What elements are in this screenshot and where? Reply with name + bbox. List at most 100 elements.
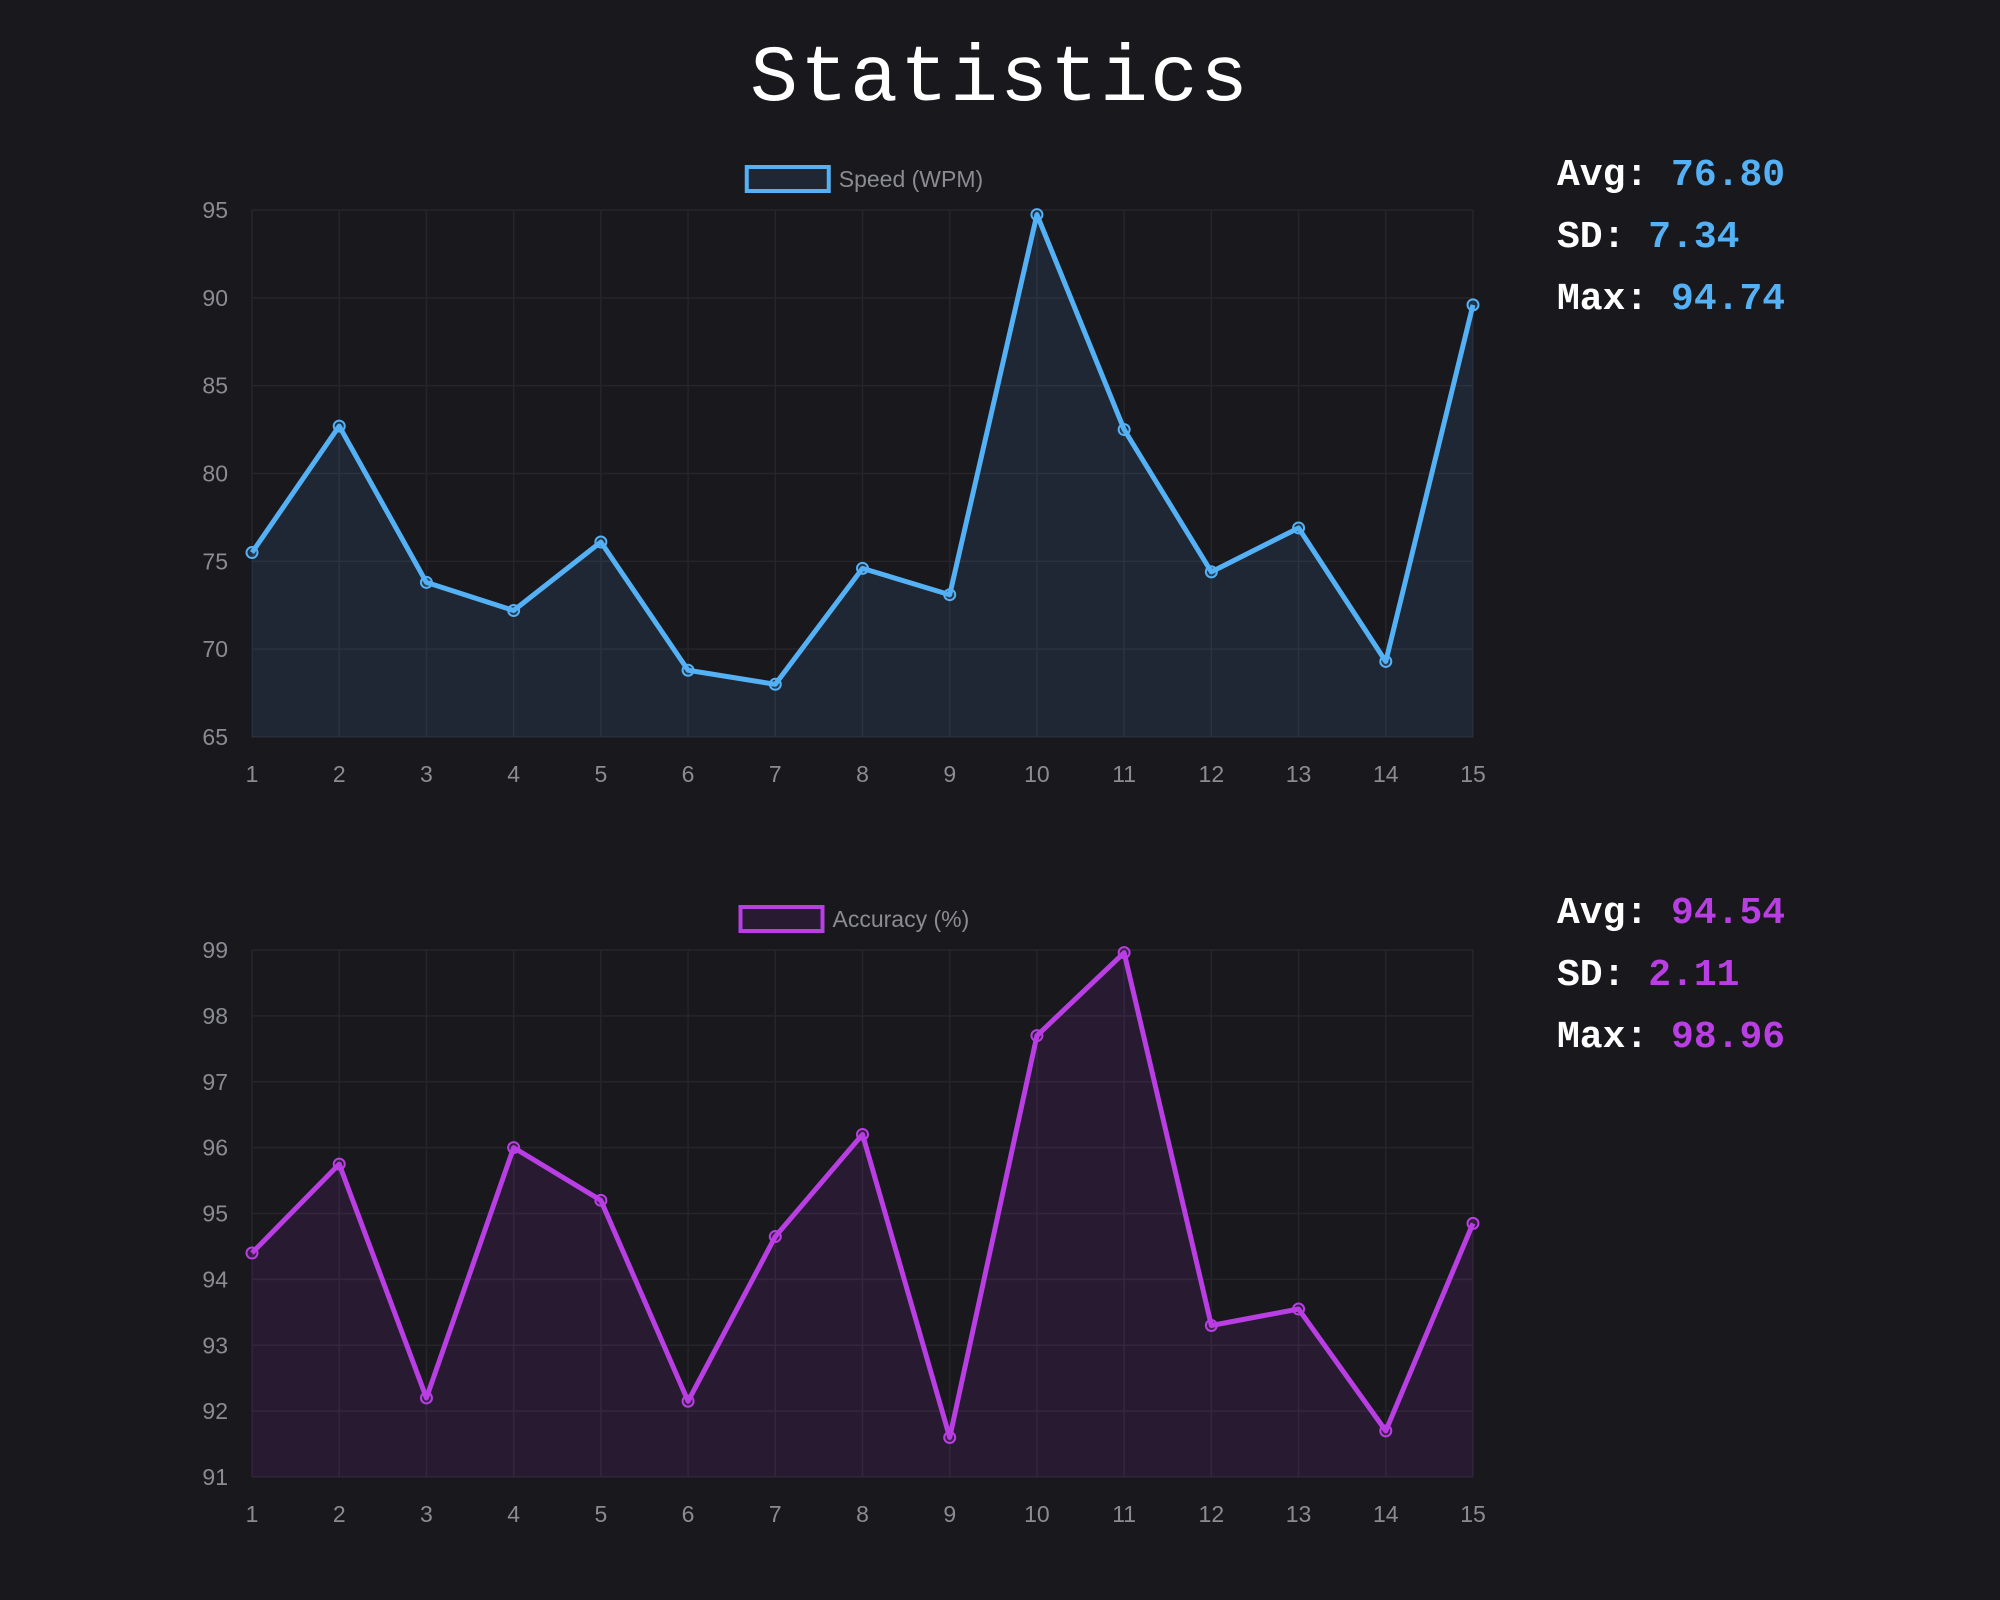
speed-max-stat: Max: 94.74 <box>1557 269 1785 331</box>
y-tick-label: 80 <box>202 461 228 487</box>
legend-swatch <box>738 905 825 933</box>
y-tick-label: 98 <box>202 1003 228 1029</box>
y-tick-label: 96 <box>202 1135 228 1161</box>
x-tick-label: 13 <box>1286 1501 1312 1527</box>
data-point[interactable] <box>856 561 869 575</box>
y-tick-label: 99 <box>202 937 228 963</box>
accuracy-stats-panel: Avg: 94.54 SD: 2.11 Max: 98.96 <box>1557 883 1785 1069</box>
speed-stats-panel: Avg: 76.80 SD: 7.34 Max: 94.74 <box>1557 145 1785 331</box>
data-point[interactable] <box>768 1230 782 1244</box>
legend-swatch <box>744 165 831 193</box>
accuracy-sd-label: SD: <box>1557 954 1626 997</box>
y-tick-label: 90 <box>202 285 228 311</box>
y-tick-label: 93 <box>202 1332 228 1358</box>
x-tick-label: 11 <box>1112 761 1136 787</box>
data-point[interactable] <box>332 1157 346 1171</box>
x-tick-label: 10 <box>1024 761 1050 787</box>
data-point[interactable] <box>245 546 259 560</box>
chart-legend[interactable]: Accuracy (%) <box>738 905 970 933</box>
data-point[interactable] <box>594 535 608 549</box>
data-point[interactable] <box>419 1391 433 1405</box>
page-title: Statistics <box>749 34 1251 125</box>
speed-sd-value: 7.34 <box>1648 216 1740 259</box>
chart-legend[interactable]: Speed (WPM) <box>744 165 983 193</box>
x-tick-label: 9 <box>943 1501 956 1527</box>
data-point[interactable] <box>245 1246 259 1260</box>
data-point[interactable] <box>1030 208 1044 222</box>
data-point[interactable] <box>1117 946 1131 960</box>
x-tick-label: 4 <box>507 761 520 787</box>
y-tick-label: 91 <box>202 1464 228 1490</box>
y-tick-label: 85 <box>202 373 228 399</box>
speed-avg-value: 76.80 <box>1671 154 1786 197</box>
accuracy-chart: 9998979695949392911 2 3 4 5 6 7 8 9 10 11 12 13 14 15A… <box>202 905 1486 1527</box>
data-point[interactable] <box>332 419 346 433</box>
accuracy-max-stat: Max: 98.96 <box>1557 1007 1785 1069</box>
x-tick-label: 8 <box>856 1501 869 1527</box>
x-tick-label: 6 <box>682 761 695 787</box>
x-tick-label: 15 <box>1460 1501 1486 1527</box>
data-point[interactable] <box>1466 298 1480 312</box>
y-tick-label: 92 <box>202 1398 228 1424</box>
x-tick-label: 12 <box>1199 761 1225 787</box>
x-tick-label: 12 <box>1199 1501 1225 1527</box>
x-tick-label: 5 <box>594 761 607 787</box>
data-point[interactable] <box>419 575 433 589</box>
data-point[interactable] <box>1379 1424 1393 1438</box>
data-point[interactable] <box>507 604 521 618</box>
y-tick-label: 94 <box>202 1266 228 1292</box>
y-tick-label: 75 <box>202 548 228 574</box>
x-tick-label: 9 <box>943 761 956 787</box>
y-tick-label: 97 <box>202 1069 228 1095</box>
x-tick-label: 6 <box>682 1501 695 1527</box>
x-tick-label: 14 <box>1373 761 1399 787</box>
x-tick-label: 3 <box>420 1501 433 1527</box>
data-point[interactable] <box>1117 423 1131 437</box>
x-tick-label: 7 <box>769 1501 782 1527</box>
accuracy-max-value: 98.96 <box>1671 1016 1786 1059</box>
data-point[interactable] <box>1204 565 1218 579</box>
accuracy-avg-stat: Avg: 94.54 <box>1557 883 1785 945</box>
accuracy-sd-stat: SD: 2.11 <box>1557 945 1785 1007</box>
x-tick-label: 15 <box>1460 761 1486 787</box>
data-point[interactable] <box>943 1430 957 1444</box>
speed-sd-stat: SD: 7.34 <box>1557 207 1785 269</box>
legend-label: Accuracy (%) <box>833 906 970 932</box>
data-point[interactable] <box>507 1141 521 1155</box>
data-point[interactable] <box>943 588 957 602</box>
data-point[interactable] <box>1292 1302 1306 1316</box>
x-tick-label: 2 <box>333 1501 346 1527</box>
data-point[interactable] <box>681 1394 695 1408</box>
speed-max-value: 94.74 <box>1671 278 1786 321</box>
data-point[interactable] <box>1030 1029 1044 1043</box>
data-point[interactable] <box>594 1193 608 1207</box>
speed-sd-label: SD: <box>1557 216 1626 259</box>
speed-max-label: Max: <box>1557 278 1649 321</box>
accuracy-avg-label: Avg: <box>1557 892 1649 935</box>
x-tick-label: 4 <box>507 1501 520 1527</box>
y-tick-label: 95 <box>202 1201 228 1227</box>
data-point[interactable] <box>1466 1216 1480 1230</box>
data-point[interactable] <box>856 1127 869 1141</box>
x-tick-label: 8 <box>856 761 869 787</box>
speed-avg-label: Avg: <box>1557 154 1649 197</box>
x-tick-label: 13 <box>1286 761 1312 787</box>
data-point[interactable] <box>768 677 782 691</box>
legend-label: Speed (WPM) <box>839 166 983 192</box>
data-point[interactable] <box>1292 521 1306 535</box>
x-tick-label: 5 <box>594 1501 607 1527</box>
data-point[interactable] <box>681 663 695 677</box>
data-point[interactable] <box>1379 654 1393 668</box>
speed-chart: 959085807570651 2 3 4 5 6 7 8 9 10 11 12 13 14 15Speed… <box>202 165 1486 787</box>
x-tick-label: 1 <box>246 761 259 787</box>
x-tick-label: 1 <box>246 1501 259 1527</box>
x-tick-label: 10 <box>1024 1501 1050 1527</box>
x-tick-label: 3 <box>420 761 433 787</box>
x-tick-label: 11 <box>1112 1501 1136 1527</box>
y-tick-label: 95 <box>202 197 228 223</box>
accuracy-avg-value: 94.54 <box>1671 892 1786 935</box>
accuracy-sd-value: 2.11 <box>1648 954 1740 997</box>
data-point[interactable] <box>1204 1318 1218 1332</box>
speed-avg-stat: Avg: 76.80 <box>1557 145 1785 207</box>
y-tick-label: 70 <box>202 636 228 662</box>
